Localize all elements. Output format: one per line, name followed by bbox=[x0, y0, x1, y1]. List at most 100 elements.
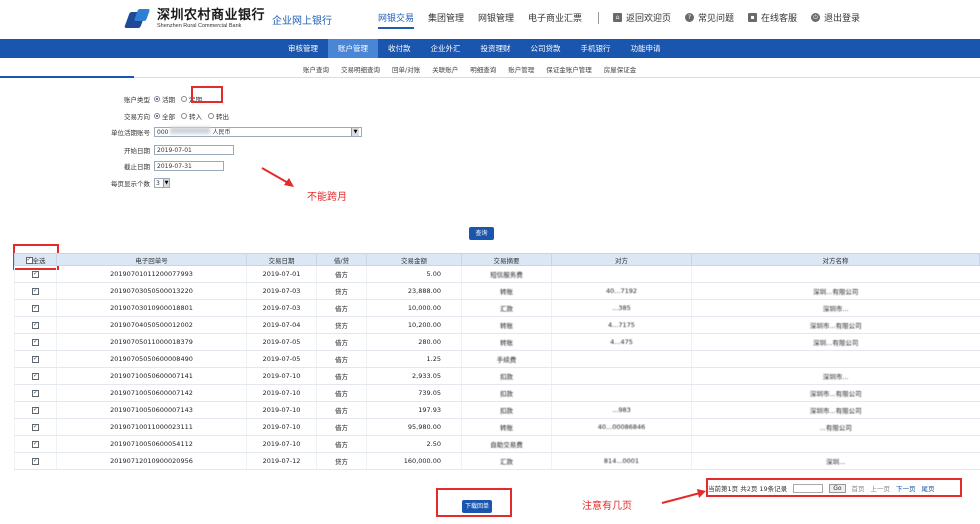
row-checkbox[interactable] bbox=[32, 372, 39, 380]
main-nav-mobile[interactable]: 手机银行 bbox=[571, 39, 621, 58]
cell-counterparty-acct: 4...7175 bbox=[551, 316, 692, 334]
logout-icon: ⏻ bbox=[811, 13, 821, 22]
start-date-input[interactable]: 2019-07-01 bbox=[154, 145, 234, 155]
sub-nav-item[interactable]: 关联账户 bbox=[432, 64, 458, 74]
util-logout[interactable]: ⏻ 退出登录 bbox=[811, 11, 860, 24]
top-nav-bank-mgmt[interactable]: 网银管理 bbox=[478, 11, 514, 29]
query-button[interactable]: 查询 bbox=[469, 227, 494, 240]
main-nav-loan[interactable]: 公司贷款 bbox=[521, 39, 571, 58]
cell-amount: 280.00 bbox=[366, 333, 462, 351]
row-checkbox[interactable] bbox=[32, 270, 39, 278]
main-nav-payment[interactable]: 收付款 bbox=[378, 39, 421, 58]
row-checkbox[interactable] bbox=[32, 338, 39, 346]
table-row[interactable]: 201907010112000779932019-07-01借方5.00短信服务… bbox=[14, 265, 980, 283]
cell-counterparty-acct bbox=[551, 367, 692, 385]
table-row[interactable]: 201907040505000120022019-07-04贷方10,200.0… bbox=[14, 316, 980, 334]
main-nav-review[interactable]: 审核管理 bbox=[278, 39, 328, 58]
row-checkbox[interactable] bbox=[32, 389, 39, 397]
sub-nav-item[interactable]: 保证金账户管理 bbox=[546, 64, 592, 74]
util-faq[interactable]: ? 常见问题 bbox=[685, 11, 734, 24]
cell-counterparty-name: ...有限公司 bbox=[691, 418, 980, 436]
top-nav-online-trade[interactable]: 网银交易 bbox=[378, 11, 415, 29]
cell-counterparty-acct: 40...7192 bbox=[551, 282, 692, 300]
cell-counterparty-acct: ...385 bbox=[551, 299, 692, 317]
sub-nav-item[interactable]: 明细查询 bbox=[470, 64, 496, 74]
radio-all-label: 全部 bbox=[162, 113, 175, 121]
cell-receipt-no: 20190710050600054112 bbox=[56, 435, 247, 453]
util-home[interactable]: ⌂ 返回欢迎页 bbox=[613, 11, 671, 24]
cell-summary: 转账 bbox=[461, 418, 552, 436]
account-currency: 人民币 bbox=[212, 129, 231, 136]
page-size-select[interactable]: 3 ▼ bbox=[154, 178, 170, 188]
highlight-account-type bbox=[191, 86, 223, 103]
cell-receipt-no: 20190710050600007142 bbox=[56, 384, 247, 402]
row-checkbox[interactable] bbox=[32, 423, 39, 431]
radio-all[interactable]: 全部 bbox=[154, 111, 175, 121]
table-row[interactable]: 201907030505000132202019-07-03贷方23,888.0… bbox=[14, 282, 980, 300]
cell-amount: 1.25 bbox=[366, 350, 462, 368]
cell-select bbox=[14, 435, 57, 453]
row-checkbox[interactable] bbox=[32, 457, 39, 465]
sub-nav-item[interactable]: 账户查询 bbox=[303, 64, 329, 74]
cell-counterparty-acct: 40...00086846 bbox=[551, 418, 692, 436]
row-checkbox[interactable] bbox=[32, 287, 39, 295]
radio-in[interactable]: 转入 bbox=[181, 111, 202, 121]
table-row[interactable]: 201907050110000183792019-07-05借方280.00转账… bbox=[14, 333, 980, 351]
table-row[interactable]: 201907050506000084902019-07-05借方1.25手续费 bbox=[14, 350, 980, 368]
sub-nav-item[interactable]: 账户管理 bbox=[508, 64, 534, 74]
table-row[interactable]: 201907100506000071412019-07-10借方2,933.05… bbox=[14, 367, 980, 385]
cell-select bbox=[14, 367, 57, 385]
top-nav-group[interactable]: 集团管理 bbox=[428, 11, 464, 29]
pager-page-input[interactable] bbox=[793, 483, 824, 493]
row-checkbox[interactable] bbox=[32, 304, 39, 312]
util-divider bbox=[598, 11, 599, 24]
radio-out[interactable]: 转出 bbox=[208, 111, 229, 121]
radio-current[interactable]: 活期 bbox=[154, 94, 175, 104]
cell-counterparty-name: 深圳市... bbox=[691, 299, 980, 317]
sub-nav-item[interactable]: 房屋保证金 bbox=[604, 64, 637, 74]
cell-counterparty-acct: 4...475 bbox=[551, 333, 692, 351]
util-nav: ⌂ 返回欢迎页 ? 常见问题 ▪ 在线客服 ⏻ 退出登录 bbox=[598, 11, 860, 24]
util-service[interactable]: ▪ 在线客服 bbox=[748, 11, 797, 24]
table-row[interactable]: 201907100506000541122019-07-10借方2.50自助交易… bbox=[14, 435, 980, 453]
pager-first[interactable]: 首页 bbox=[852, 483, 865, 493]
account-select[interactable]: 000 人民币 ▼ bbox=[154, 127, 362, 137]
pager-next[interactable]: 下一页 bbox=[896, 483, 916, 493]
pager-go-button[interactable]: Go bbox=[829, 483, 846, 493]
main-nav-apply[interactable]: 功能申请 bbox=[621, 39, 671, 58]
row-checkbox[interactable] bbox=[32, 321, 39, 329]
table-body: 201907010112000779932019-07-01借方5.00短信服务… bbox=[14, 265, 980, 470]
pager-prev[interactable]: 上一页 bbox=[871, 483, 891, 493]
select-all-header[interactable]: 全选 bbox=[14, 253, 57, 266]
select-all-label: 全选 bbox=[32, 256, 46, 265]
sub-nav-item[interactable]: 交易明细查询 bbox=[341, 64, 380, 74]
cell-dc: 借方 bbox=[316, 333, 367, 351]
checkbox-select-all[interactable] bbox=[25, 256, 33, 264]
main-nav-forex[interactable]: 企业外汇 bbox=[421, 39, 471, 58]
main-nav-invest[interactable]: 投资理财 bbox=[471, 39, 521, 58]
radio-current-label: 活期 bbox=[162, 96, 175, 104]
table-row[interactable]: 201907030109000188012019-07-03借方10,000.0… bbox=[14, 299, 980, 317]
sub-nav-item[interactable]: 回单/对账 bbox=[392, 64, 420, 74]
dropdown-arrow-icon: ▼ bbox=[351, 128, 359, 136]
table-row[interactable]: 201907100506000071432019-07-10借方197.93扣款… bbox=[14, 401, 980, 419]
table-row[interactable]: 201907100110000231112019-07-10借方95,980.0… bbox=[14, 418, 980, 436]
table-row[interactable]: 201907120109000209562019-07-12贷方160,000.… bbox=[14, 452, 980, 470]
cell-receipt-no: 20190710050600007141 bbox=[56, 367, 247, 385]
table-row[interactable]: 201907100506000071422019-07-10借方739.05扣款… bbox=[14, 384, 980, 402]
main-nav-account[interactable]: 账户管理 bbox=[328, 39, 378, 58]
cell-counterparty-acct bbox=[551, 384, 692, 402]
pager-last[interactable]: 尾页 bbox=[922, 483, 935, 493]
top-nav-e-bill[interactable]: 电子商业汇票 bbox=[528, 11, 582, 29]
cell-dc: 贷方 bbox=[316, 282, 367, 300]
end-date-input[interactable]: 2019-07-31 bbox=[154, 161, 224, 171]
cell-receipt-no: 20190712010900020956 bbox=[56, 452, 247, 470]
cell-select bbox=[14, 265, 57, 283]
row-checkbox[interactable] bbox=[32, 440, 39, 448]
row-checkbox[interactable] bbox=[32, 406, 39, 414]
cell-summary: 自助交易费 bbox=[461, 435, 552, 453]
row-checkbox[interactable] bbox=[32, 355, 39, 363]
bank-logo[interactable]: 深圳农村商业银行 Shenzhen Rural Commercial Bank bbox=[124, 8, 265, 30]
cell-date: 2019-07-10 bbox=[246, 418, 317, 436]
download-receipt-button[interactable]: 下载回单 bbox=[462, 500, 492, 513]
